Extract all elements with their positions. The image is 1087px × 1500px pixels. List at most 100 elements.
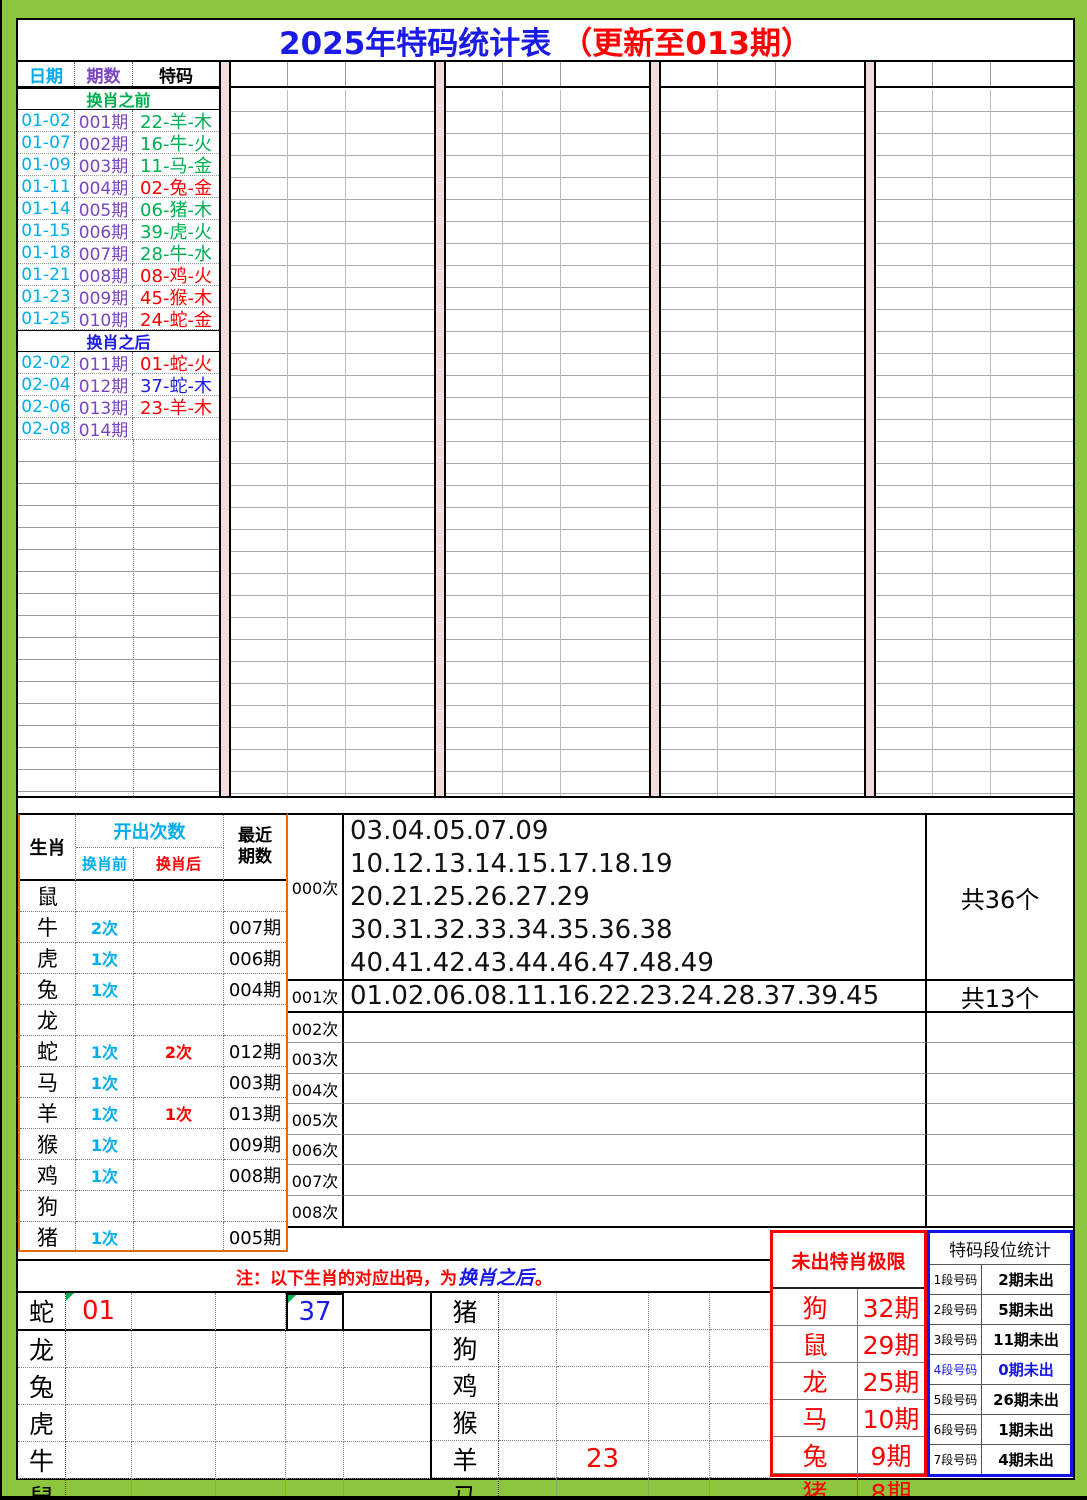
frequency-row: 002次 [288, 1013, 1073, 1043]
bottom-code-cell: 01 [66, 1293, 132, 1331]
numbers-line: 40.41.42.43.44.46.47.48.49 [350, 947, 925, 980]
bottom-code-cell [66, 1331, 132, 1368]
bottom-code-cell [132, 1331, 216, 1368]
count-before-change: 1次 [76, 1222, 134, 1252]
draw-date: 01-21 [18, 264, 75, 286]
bottom-zodiac-label: 牛 [18, 1442, 66, 1479]
frequency-row: 003次 [288, 1043, 1073, 1073]
draw-date: 01-18 [18, 242, 75, 264]
draw-history-header: 日期 期数 特码 [18, 62, 219, 88]
bottom-code-cell [649, 1478, 710, 1500]
count-before-change [76, 1005, 134, 1036]
zodiac-statistics-table: 生肖 开出次数 最近 期数 换肖前 换肖后 鼠牛2次007期虎1次006期兔1次… [18, 813, 288, 1252]
bottom-code-cell: 37 [286, 1293, 344, 1331]
header-zodiac: 生肖 [20, 815, 76, 881]
bottom-zodiac-label: 龙 [18, 1331, 66, 1368]
note-suffix: 。 [535, 1264, 552, 1289]
bottom-code-cell [649, 1293, 710, 1330]
bottom-code-cell [557, 1478, 649, 1500]
bottom-code-cell [710, 1441, 770, 1478]
zodiac-name: 鸡 [20, 1160, 76, 1191]
zodiac-name: 牛 [20, 912, 76, 943]
header-after-change: 换肖后 [134, 848, 224, 881]
bottom-code-cell [286, 1442, 344, 1479]
count-after-change [134, 943, 224, 974]
zodiac-name: 鼠 [20, 881, 76, 912]
draw-row: 02-08014期 [18, 418, 219, 440]
draw-period: 014期 [75, 418, 133, 440]
bottom-zodiac-label: 猴 [432, 1404, 499, 1441]
title-update-suffix: （更新至013期） [561, 18, 812, 63]
draw-date: 01-07 [18, 132, 75, 154]
missing-zodiac-periods: 32期 [858, 1289, 924, 1325]
segment-label: 3段号码 [930, 1325, 982, 1354]
recent-period: 008期 [224, 1160, 286, 1191]
count-after-change [134, 1005, 224, 1036]
zodiac-name: 狗 [20, 1191, 76, 1222]
bottom-code-cell [649, 1404, 710, 1441]
frequency-numbers [344, 1104, 927, 1134]
frequency-label: 001次 [288, 981, 344, 1013]
frequency-numbers [344, 1074, 927, 1104]
segment-label: 5段号码 [930, 1385, 982, 1414]
comment-marker [66, 1293, 74, 1301]
count-before-change [76, 1191, 134, 1222]
draw-period: 013期 [75, 396, 133, 418]
frequency-row: 007次 [288, 1165, 1073, 1195]
segment-row: 3段号码11期未出 [930, 1325, 1070, 1355]
count-after-change [134, 1129, 224, 1160]
bottom-code-cell [286, 1368, 344, 1405]
segment-row: 6段号码1期未出 [930, 1415, 1070, 1445]
bottom-zodiac-label: 羊 [432, 1441, 499, 1478]
header-draw-count: 开出次数 [76, 815, 224, 848]
frequency-total: 共36个 [927, 815, 1073, 981]
bottom-code-value: 01 [82, 1296, 115, 1326]
count-before-change: 1次 [76, 943, 134, 974]
count-after-change [134, 912, 224, 943]
empty-column-group [231, 62, 434, 796]
missing-zodiac-name: 猪 [773, 1474, 858, 1500]
bottom-code-cell [216, 1368, 286, 1405]
empty-column-group [661, 62, 864, 796]
bottom-code-cell [499, 1367, 557, 1404]
segment-label: 6段号码 [930, 1415, 982, 1444]
empty-group-grid [876, 90, 1073, 796]
bottom-code-cell [286, 1405, 344, 1442]
draw-date: 01-02 [18, 110, 75, 132]
draw-period: 007期 [75, 242, 133, 264]
bottom-code-cell [710, 1478, 770, 1500]
header-recent-line1: 最近 [238, 826, 272, 847]
bottom-zodiac-label: 虎 [18, 1405, 66, 1442]
draw-period: 010期 [75, 308, 133, 330]
page-title: 2025年特码统计表 （更新至013期） [18, 20, 1073, 62]
draw-date: 01-23 [18, 286, 75, 308]
segment-value: 26期未出 [982, 1385, 1070, 1414]
frequency-total [927, 1135, 1073, 1165]
column-separator [649, 62, 661, 796]
count-before-change [76, 881, 134, 912]
bottom-code-cell [710, 1330, 770, 1367]
count-before-change: 1次 [76, 1129, 134, 1160]
frequency-label: 000次 [288, 815, 344, 981]
bottom-code-cell [132, 1405, 216, 1442]
empty-column-group [876, 62, 1073, 796]
frequency-row: 005次 [288, 1104, 1073, 1134]
frequency-numbers [344, 1013, 927, 1043]
missing-zodiac-row: 兔9期 [773, 1437, 924, 1474]
bottom-code-cell [132, 1368, 216, 1405]
bottom-code-cell [216, 1405, 286, 1442]
bottom-zodiac-label: 蛇 [18, 1293, 66, 1331]
draw-period: 009期 [75, 286, 133, 308]
zodiac-name: 猴 [20, 1129, 76, 1160]
number-frequency-table: 000次03.04.05.07.0910.12.13.14.15.17.18.1… [288, 813, 1073, 1228]
bottom-code-cell [344, 1405, 430, 1442]
frequency-row: 001次01.02.06.08.11.16.22.23.24.28.37.39.… [288, 981, 1073, 1013]
segment-value: 1期未出 [982, 1415, 1070, 1444]
draw-period: 011期 [75, 352, 133, 374]
frequency-total [927, 1043, 1073, 1073]
title-main: 2025年特码统计表 [279, 18, 551, 63]
bottom-code-cell [132, 1293, 216, 1331]
count-after-change [134, 1191, 224, 1222]
recent-period [224, 1005, 286, 1036]
bottom-code-cell [66, 1442, 132, 1479]
